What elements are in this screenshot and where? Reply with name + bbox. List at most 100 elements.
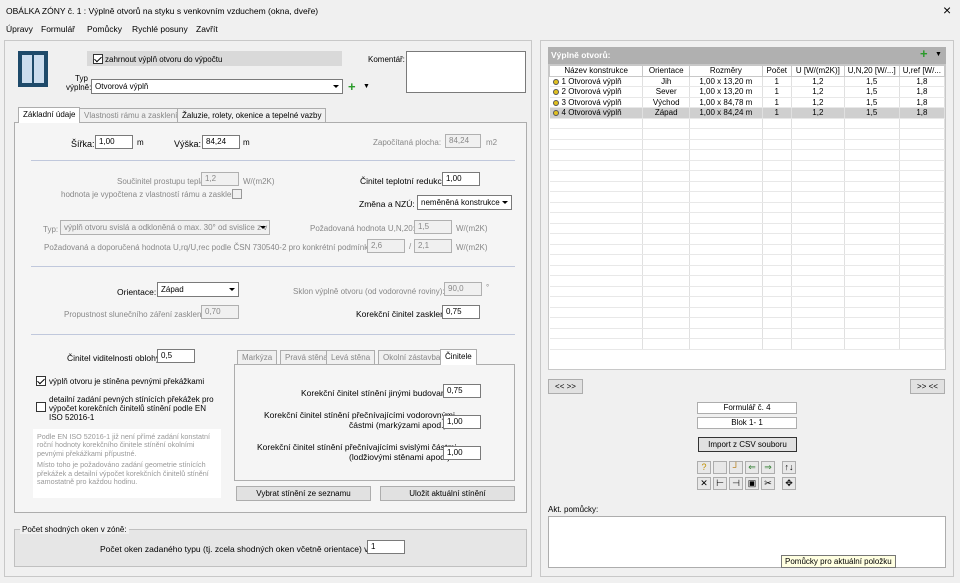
iso-note-1: Podle EN ISO 52016-1 již není přímé zadá… [37, 432, 210, 458]
move-start-icon[interactable]: ⊢ [713, 477, 727, 490]
row-bullet-icon [552, 78, 559, 85]
u-label: Součinitel prostupu tepla: [117, 177, 207, 186]
height-input[interactable]: 84,24 [202, 135, 240, 149]
type-select[interactable]: Otvorová výplň [91, 79, 343, 94]
move-icon[interactable]: ✥ [782, 477, 796, 490]
transmittance-label: Propustnost slunečního záření zasklení: [64, 310, 206, 319]
type2-select[interactable]: výplň otvoru svislá a odkloněná o max. 3… [60, 220, 270, 235]
tab-factors[interactable]: Činitele [440, 349, 477, 365]
step-icon[interactable]: ┘ [729, 461, 743, 474]
arrow-left-icon[interactable]: ⇐ [745, 461, 759, 474]
table-row[interactable]: 4 Otvorová výplň Západ 1,00 x 84,24 m 1 1,2 1… [549, 107, 945, 119]
menu-pomucky[interactable]: Pomůcky [87, 24, 122, 34]
orientation-select[interactable]: Západ [157, 282, 239, 297]
add-icon[interactable]: + [348, 79, 356, 94]
help-tooltip: Pomůcky pro aktuální položku [781, 555, 896, 568]
comment-field[interactable] [406, 51, 526, 93]
cut-icon[interactable]: ✂ [761, 477, 775, 490]
width-input[interactable]: 1,00 [95, 135, 133, 149]
comment-label: Komentář: [368, 55, 405, 64]
menu-zavrit[interactable]: Zavřít [196, 24, 218, 34]
move-end-icon[interactable]: ⊣ [729, 477, 743, 490]
nzu-label: Změna a NZÚ: [359, 199, 415, 209]
dropdown-arrow-icon[interactable]: ▼ [935, 51, 942, 58]
list-title: Výplně otvorů: [551, 50, 611, 60]
f2-input[interactable]: 1,00 [443, 415, 481, 429]
tab-blinds[interactable]: Žaluzie, rolety, okenice a tepelné vazby [177, 108, 327, 122]
menu-rychle-posuny[interactable]: Rychlé posuny [132, 24, 188, 34]
help-icon[interactable]: ? [697, 461, 711, 474]
col-count[interactable]: Počet [761, 65, 793, 77]
add-row-icon[interactable]: + [920, 46, 928, 61]
import-csv-button[interactable]: Import z CSV souboru [698, 437, 797, 452]
empty-row [549, 160, 945, 171]
col-uref[interactable]: U,ref [W/... [898, 65, 945, 77]
tab-frame[interactable]: Vlastnosti rámu a zasklení [79, 108, 183, 122]
detail-checkbox[interactable] [36, 402, 46, 412]
table-cell: 1 [762, 97, 793, 108]
table-row[interactable]: 2 Otvorová výplň Sever 1,00 x 13,20 m 1 1,2 1… [549, 86, 945, 98]
col-un20[interactable]: U,N,20 [W/...] [843, 65, 900, 77]
tab-right-wall[interactable]: Pravá stěna [280, 350, 333, 364]
table-row[interactable]: 3 Otvorová výplň Východ 1,00 x 84,78 m 1 1,2… [549, 97, 945, 108]
sort-icon[interactable]: ↑↓ [782, 461, 796, 474]
tab-left-wall[interactable]: Levá stěna [326, 350, 376, 364]
help-label: Akt. pomůcky: [548, 505, 599, 514]
row-name: 1 Otvorová výplň [549, 76, 644, 87]
close-icon[interactable]: × [943, 2, 951, 18]
table-cell: 1,00 x 84,24 m [689, 107, 763, 119]
area-input: 84,24 [445, 134, 481, 148]
f3-input[interactable]: 1,00 [443, 446, 481, 460]
sky-label: Činitel viditelnosti oblohy: [67, 353, 163, 363]
prev-button[interactable]: << >> [548, 379, 583, 394]
col-u[interactable]: U [W/(m2K)] [791, 65, 845, 77]
sky-input[interactable]: 0,5 [157, 349, 195, 363]
f2-label-2: částmi (markýzami apod.): [349, 420, 449, 430]
table-cell: 1,2 [791, 97, 845, 108]
reduction-input[interactable]: 1,00 [442, 172, 480, 186]
dropdown-arrow-icon[interactable]: ▼ [363, 83, 370, 90]
tab-awning[interactable]: Markýza [237, 350, 278, 364]
tab-basic[interactable]: Základní údaje [18, 107, 81, 123]
rec-label: Požadovaná a doporučená hodnota U,rq/U,r… [44, 243, 375, 252]
list-table-container: Název konstrukce Orientace Rozměry Počet… [548, 64, 946, 370]
arrow-right-icon[interactable]: ⇒ [761, 461, 775, 474]
col-name[interactable]: Název konstrukce [549, 65, 644, 77]
f1-input[interactable]: 0,75 [443, 384, 481, 398]
table-row[interactable]: 1 Otvorová výplň Jih 1,00 x 13,20 m 1 1,2 1,5… [549, 76, 945, 87]
u-input: 1,2 [201, 172, 239, 186]
glazing-corr-input[interactable]: 0,75 [442, 305, 480, 319]
u-unit: W/(m2K) [243, 177, 275, 186]
iso-note-2: Místo toho je požadováno zadání geometri… [37, 460, 209, 487]
transmittance-input: 0,70 [201, 305, 239, 319]
shaded-checkbox[interactable] [36, 376, 46, 386]
paste-icon[interactable]: ▣ [745, 477, 759, 490]
count-input[interactable]: 1 [367, 540, 405, 554]
blank-icon[interactable] [713, 461, 727, 474]
delete-icon[interactable]: ✕ [697, 477, 711, 490]
row-bullet-icon [552, 110, 559, 117]
table-cell: 1 [762, 86, 793, 98]
computed-label: hodnota je vypočtena z vlastností rámu a… [61, 190, 238, 199]
req-label: Požadovaná hodnota U,N,20: [310, 224, 415, 233]
computed-checkbox[interactable] [232, 189, 242, 199]
include-checkbox[interactable] [93, 54, 103, 64]
save-shading-button[interactable]: Uložit aktuální stínění [380, 486, 515, 501]
col-dimensions[interactable]: Rozměry [689, 65, 763, 77]
table-cell: 1,2 [791, 86, 845, 98]
separator [31, 266, 515, 267]
tab-surroundings[interactable]: Okolní zástavba [378, 350, 446, 364]
empty-row [549, 296, 945, 308]
rec-unit: W/(m2K) [456, 243, 488, 252]
select-shading-button[interactable]: Vybrat stínění ze seznamu [236, 486, 371, 501]
menu-upravy[interactable]: Úpravy [6, 24, 33, 34]
menu-formular[interactable]: Formulář [41, 24, 75, 34]
next-button[interactable]: >> << [910, 379, 945, 394]
empty-row [549, 328, 945, 339]
nzu-select[interactable]: neměněná konstrukce [417, 195, 512, 210]
col-orientation[interactable]: Orientace [642, 65, 691, 77]
separator [31, 334, 515, 335]
table-cell: Jih [642, 76, 691, 87]
row-bullet-icon [552, 89, 559, 96]
f3-label-1: Korekční činitel stínění přečnívajícími … [257, 442, 457, 452]
